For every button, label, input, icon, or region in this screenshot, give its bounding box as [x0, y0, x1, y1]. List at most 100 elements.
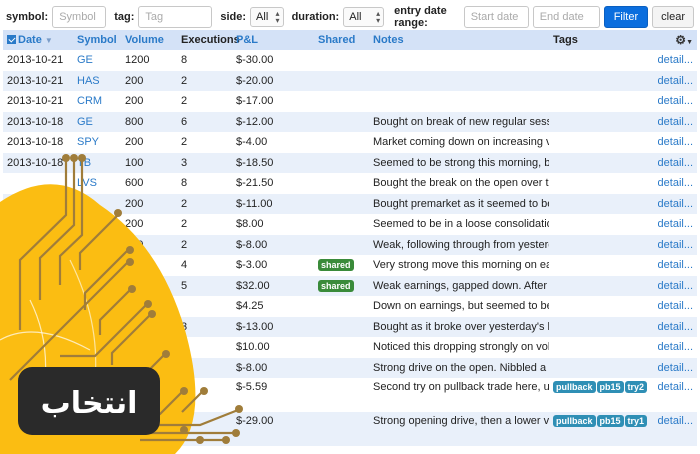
symbol-link[interactable]: BAY	[73, 276, 121, 297]
detail-link[interactable]: detail...	[653, 173, 697, 194]
select-all-checkbox[interactable]	[7, 35, 16, 44]
tag-badge[interactable]: try2	[624, 381, 648, 393]
pnl-cell: $-13.00	[236, 320, 274, 333]
tags-cell: pullback pb15 try1	[549, 412, 653, 446]
side-filter-label: side:	[220, 11, 247, 23]
table-row[interactable]: 10 $-8.00 Strong drive on the open. Nibble…	[3, 357, 697, 379]
pnl-cell: $-12.00	[236, 115, 274, 128]
pnl-cell: $-21.50	[236, 177, 274, 190]
symbol-link[interactable]: CRM	[73, 91, 121, 112]
volume-cell: 200	[125, 95, 144, 108]
tag-badge[interactable]: try1	[624, 415, 648, 427]
symbol-link[interactable]: EBAY	[73, 214, 121, 235]
executions-cell: 2	[181, 218, 188, 231]
table-row[interactable]: EBAY 200 2 $8.00 Seemed to be in a loose con…	[3, 214, 697, 235]
date-cell	[3, 194, 73, 215]
detail-link[interactable]: detail...	[653, 132, 697, 153]
detail-link[interactable]: detail...	[653, 358, 697, 379]
table-row[interactable]: 2013-10-18 TB 100 3 $-18.50 Seemed to be stro…	[3, 152, 697, 174]
table-row[interactable]: LVS 600 8 $-21.50 Bought the break on the op…	[3, 173, 697, 194]
notes-column-header[interactable]: Notes	[369, 30, 549, 50]
end-date-input[interactable]	[532, 6, 600, 28]
pnl-column-header[interactable]: P&L	[232, 30, 314, 50]
tag-badge[interactable]: pb15	[596, 381, 624, 393]
filter-button[interactable]: Filter	[603, 6, 649, 28]
symbol-link[interactable]: GE	[73, 194, 121, 215]
date-cell: 2013-10-18	[7, 115, 64, 128]
table-row[interactable]: WK 200 2 $-8.00 Weak, following through from…	[3, 234, 697, 256]
settings-column-header[interactable]: ⚙▼	[653, 30, 697, 50]
detail-link[interactable]: detail...	[653, 71, 697, 92]
detail-link[interactable]: detail...	[653, 317, 697, 338]
pnl-cell: $8.00	[236, 218, 264, 231]
symbol-link[interactable]: WK	[73, 235, 121, 256]
duration-select[interactable]: All ▴ ▾	[343, 7, 385, 27]
symbol-column-header[interactable]: Symbol	[73, 30, 121, 50]
detail-link[interactable]: detail...	[653, 255, 697, 276]
symbol-link[interactable]	[73, 317, 121, 338]
table-row[interactable]: GE 200 2 $-11.00 Bought premarket as it seem…	[3, 193, 697, 215]
symbol-link[interactable]: TB	[73, 153, 121, 174]
symbol-link[interactable]: NOK	[73, 255, 121, 276]
tag-badge[interactable]: pullback	[553, 381, 596, 393]
symbol-link[interactable]: K	[73, 296, 121, 317]
symbol-link[interactable]	[73, 358, 121, 379]
symbol-link[interactable]	[73, 337, 121, 358]
symbol-link[interactable]: HAS	[73, 71, 121, 92]
gear-icon[interactable]: ⚙	[675, 33, 686, 47]
date-cell	[3, 276, 73, 297]
tag-filter-input[interactable]	[138, 6, 213, 28]
symbol-link[interactable]: GE	[73, 50, 121, 71]
detail-link[interactable]: detail...	[653, 112, 697, 133]
detail-link[interactable]: detail...	[653, 50, 697, 71]
side-select[interactable]: All ▴ ▾	[250, 7, 284, 27]
start-date-input[interactable]	[463, 6, 529, 28]
table-row[interactable]: 2013-10-21 HAS 200 2 $-20.00 detail...	[3, 70, 697, 92]
table-row[interactable]: 2013-10-21 CRM 200 2 $-17.00 detail...	[3, 91, 697, 112]
detail-link[interactable]: detail...	[653, 194, 697, 215]
detail-link[interactable]: detail...	[653, 214, 697, 235]
table-row[interactable]: 2013-10-18 SPY 200 2 $-4.00 Market coming dow…	[3, 132, 697, 153]
notes-cell: Market coming down on increasing volu...	[373, 136, 549, 149]
pnl-cell: $4.25	[236, 300, 264, 313]
date-cell	[3, 378, 73, 412]
executions-cell: 2	[181, 197, 188, 210]
table-row[interactable]: 400 3 $-13.00 Bought as it broke over yeste…	[3, 316, 697, 338]
date-cell: 2013-10-21	[7, 95, 64, 108]
volume-column-header[interactable]: Volume	[121, 30, 177, 50]
table-row[interactable]: $-5.59 Second try on pullback trade here,…	[3, 378, 697, 412]
symbol-link[interactable]: SPY	[73, 132, 121, 153]
symbol-link[interactable]	[73, 412, 121, 446]
table-row[interactable]: 2013-10-21 GE 1200 8 $-30.00 detail...	[3, 50, 697, 71]
table-row[interactable]: $-29.00 Strong opening drive, then a lowe…	[3, 412, 697, 446]
table-row[interactable]: NOK 200 4 $-3.00 shared Very strong move this…	[3, 255, 697, 276]
detail-link[interactable]: detail...	[653, 378, 697, 412]
detail-link[interactable]: detail...	[653, 276, 697, 297]
detail-link[interactable]: detail...	[653, 91, 697, 112]
executions-column-header[interactable]: Executions	[177, 30, 240, 50]
clear-button[interactable]: clear	[652, 6, 694, 28]
detail-link[interactable]: detail...	[653, 412, 697, 446]
table-row[interactable]: K 200 $4.25 Down on earnings, but seemed to…	[3, 296, 697, 317]
date-column-header[interactable]: Date ▼	[3, 30, 73, 50]
tags-cell	[549, 235, 653, 256]
tag-badge[interactable]: pb15	[596, 415, 624, 427]
detail-link[interactable]: detail...	[653, 153, 697, 174]
symbol-link[interactable]	[73, 378, 121, 412]
volume-cell	[121, 337, 177, 358]
table-row[interactable]: 2013-10-18 GE 800 6 $-12.00 Bought on break o…	[3, 111, 697, 133]
detail-link[interactable]: detail...	[653, 235, 697, 256]
symbol-link[interactable]: LVS	[73, 173, 121, 194]
shared-column-header[interactable]: Shared	[314, 30, 369, 50]
detail-link[interactable]: detail...	[653, 296, 697, 317]
table-row[interactable]: 3 $10.00 Noticed this dropping strongly on…	[3, 337, 697, 358]
symbol-filter-input[interactable]	[52, 6, 107, 28]
shared-cell	[314, 317, 369, 338]
symbol-link[interactable]: GE	[73, 112, 121, 133]
detail-link[interactable]: detail...	[653, 337, 697, 358]
notes-cell: Strong opening drive, then a lower vo...	[373, 415, 549, 427]
table-row[interactable]: BAY 200 5 $32.00 shared Weak earnings, gapped…	[3, 275, 697, 297]
pnl-cell: $-8.00	[236, 361, 268, 374]
shared-cell	[314, 71, 369, 92]
tag-badge[interactable]: pullback	[553, 415, 596, 427]
